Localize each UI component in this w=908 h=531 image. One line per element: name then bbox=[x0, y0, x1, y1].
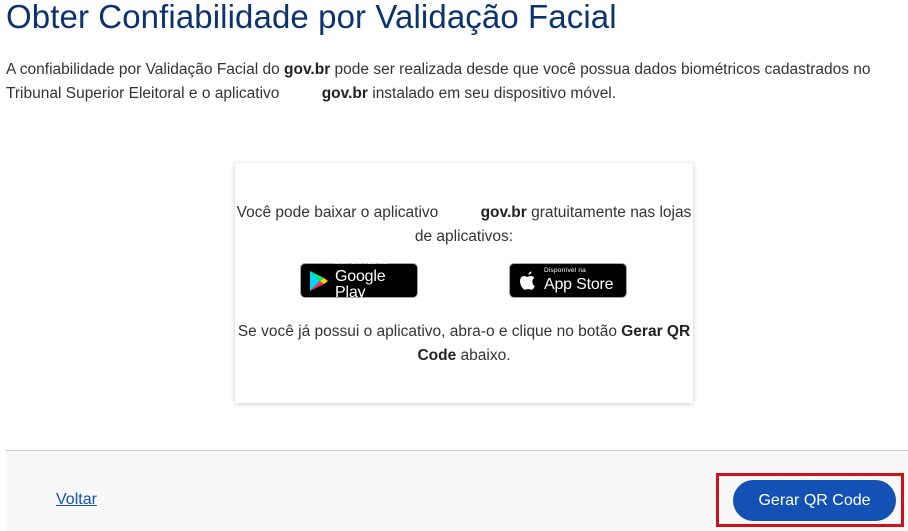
download-text-1: Você pode baixar o aplicativo bbox=[236, 204, 443, 221]
apple-badge-small: Disponível na bbox=[544, 267, 586, 275]
google-play-badge[interactable]: DISPONÍVEL NO Google Play bbox=[300, 259, 418, 301]
google-badge-big: Google Play bbox=[335, 267, 386, 301]
intro-text-1: A confiabilidade por Validação Facial do bbox=[6, 61, 285, 78]
generate-qr-code-button[interactable]: Gerar QR Code bbox=[733, 480, 896, 521]
apple-icon bbox=[520, 271, 535, 290]
intro-paragraph: A confiabilidade por Validação Facial do… bbox=[6, 58, 906, 106]
download-brand: gov.br bbox=[480, 204, 527, 221]
open-app-instructions: Se você já possui o aplicativo, abra-o e… bbox=[235, 320, 693, 368]
back-link[interactable]: Voltar bbox=[56, 491, 97, 509]
app-store-badge[interactable]: Disponível na App Store bbox=[509, 263, 627, 298]
google-badge-small: DISPONÍVEL NO bbox=[335, 259, 388, 267]
download-text-2: gratuitamente nas lojas de aplicativos: bbox=[414, 204, 692, 245]
intro-brand-2: gov.br bbox=[321, 85, 368, 102]
open-text-1: Se você já possui o aplicativo, abra-o e… bbox=[237, 323, 622, 340]
google-play-icon bbox=[310, 270, 328, 291]
open-text-2: abaixo. bbox=[456, 347, 511, 364]
download-instructions: Você pode baixar o aplicativo gov.br gra… bbox=[235, 201, 693, 249]
intro-brand-1: gov.br bbox=[284, 61, 331, 78]
page-title: Obter Confiabilidade por Validação Facia… bbox=[6, 0, 617, 35]
intro-text-3: instalado em seu dispositivo móvel. bbox=[367, 85, 617, 102]
apple-badge-big: App Store bbox=[544, 275, 614, 293]
